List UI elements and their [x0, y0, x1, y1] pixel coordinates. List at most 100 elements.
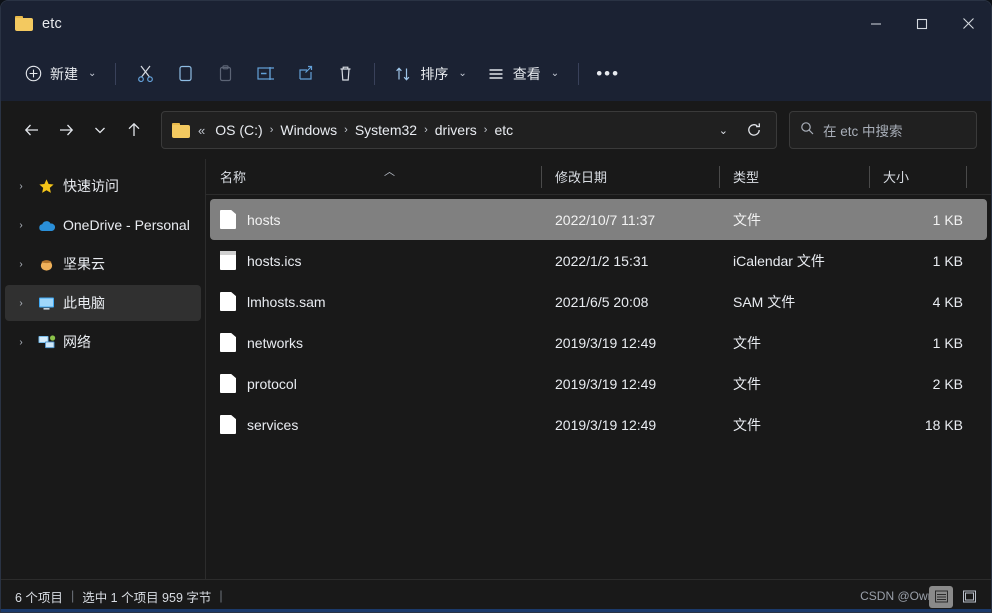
- selection-info: 选中 1 个项目 959 字节: [82, 590, 212, 605]
- clipboard-icon: [216, 64, 235, 83]
- breadcrumb-separator-icon[interactable]: ›: [343, 124, 349, 136]
- address-dropdown-chevron-down-icon[interactable]: ⌄: [709, 124, 738, 137]
- file-type: iCalendar 文件: [733, 252, 825, 269]
- breadcrumb: « OS (C:) › Windows › System32 › drivers…: [192, 119, 709, 141]
- file-type: 文件: [733, 416, 761, 433]
- sort-button[interactable]: 排序 ⌄: [384, 56, 476, 92]
- file-name-cell: hosts.ics: [210, 251, 545, 270]
- content-area: › 快速访问 › OneDrive - Personal › 坚果云 › 此电脑…: [1, 159, 991, 579]
- address-bar[interactable]: « OS (C:) › Windows › System32 › drivers…: [161, 111, 777, 149]
- table-row[interactable]: hosts.ics 2022/1/2 15:31 iCalendar 文件 1 …: [210, 240, 987, 281]
- file-type: 文件: [733, 211, 761, 228]
- new-button[interactable]: 新建 ⌄: [15, 56, 106, 92]
- chevron-right-icon[interactable]: ›: [13, 220, 29, 231]
- sort-arrows-icon: [394, 65, 412, 83]
- sidebar-item-label: 此电脑: [63, 295, 105, 311]
- search-input[interactable]: 在 etc 中搜索: [823, 120, 903, 140]
- file-explorer-window: etc 新建 ⌄ 排序 ⌄ 查看 ⌄ ••• « OS (C:) › Windo…: [0, 0, 992, 613]
- forward-button[interactable]: [49, 113, 83, 147]
- title-bar-left: etc: [1, 16, 62, 32]
- column-header-type[interactable]: 类型: [719, 159, 869, 195]
- file-size: 1 KB: [932, 334, 963, 351]
- sidebar-item-label: 网络: [63, 334, 91, 350]
- navigation-pane: › 快速访问 › OneDrive - Personal › 坚果云 › 此电脑…: [1, 159, 206, 579]
- file-name-cell: networks: [210, 333, 545, 352]
- view-button[interactable]: 查看 ⌄: [477, 56, 569, 92]
- delete-button[interactable]: [325, 56, 365, 92]
- table-row[interactable]: networks 2019/3/19 12:49 文件 1 KB: [210, 322, 987, 363]
- breadcrumb-separator-icon[interactable]: ›: [423, 124, 429, 136]
- view-button-label: 查看: [512, 65, 541, 82]
- file-type: SAM 文件: [733, 293, 796, 310]
- new-button-label: 新建: [50, 65, 78, 82]
- rename-button[interactable]: [245, 56, 285, 92]
- breadcrumb-overflow-icon[interactable]: «: [192, 123, 209, 138]
- column-header-size[interactable]: 大小: [869, 159, 991, 195]
- file-name-cell: hosts: [210, 210, 545, 229]
- table-row[interactable]: hosts 2022/10/7 11:37 文件 1 KB: [210, 199, 987, 240]
- refresh-button[interactable]: [738, 114, 770, 146]
- list-lines-icon: [487, 65, 505, 83]
- table-row[interactable]: protocol 2019/3/19 12:49 文件 2 KB: [210, 363, 987, 404]
- nut-icon: [36, 254, 56, 274]
- breadcrumb-item-drivers[interactable]: drivers: [429, 119, 483, 141]
- breadcrumb-item-windows[interactable]: Windows: [274, 119, 343, 141]
- search-icon: [800, 121, 814, 140]
- share-icon: [296, 64, 315, 83]
- chevron-right-icon[interactable]: ›: [13, 259, 29, 270]
- more-options-button[interactable]: •••: [588, 56, 628, 92]
- sidebar-item-this-pc[interactable]: › 此电脑: [5, 285, 201, 321]
- column-header-type-label: 类型: [733, 170, 760, 185]
- search-box[interactable]: 在 etc 中搜索: [789, 111, 977, 149]
- sidebar-item-nutstore[interactable]: › 坚果云: [5, 246, 201, 282]
- table-row[interactable]: lmhosts.sam 2021/6/5 20:08 SAM 文件 4 KB: [210, 281, 987, 322]
- table-row[interactable]: services 2019/3/19 12:49 文件 18 KB: [210, 404, 987, 445]
- ellipsis-icon: •••: [596, 64, 621, 83]
- file-name: networks: [247, 334, 304, 351]
- file-name-cell: lmhosts.sam: [210, 292, 545, 311]
- copy-button[interactable]: [165, 56, 205, 92]
- back-button[interactable]: [15, 113, 49, 147]
- breadcrumb-item-os-c[interactable]: OS (C:): [209, 119, 268, 141]
- breadcrumb-item-system32[interactable]: System32: [349, 119, 423, 141]
- minimize-button[interactable]: [853, 1, 899, 46]
- folder-icon: [15, 16, 33, 31]
- sidebar-item-quick-access[interactable]: › 快速访问: [5, 168, 201, 204]
- taskbar-edge: [1, 609, 991, 612]
- paste-button[interactable]: [205, 56, 245, 92]
- sort-ascending-caret-icon: ︿: [384, 165, 395, 178]
- column-header-name-label: 名称: [220, 170, 247, 185]
- chevron-right-icon[interactable]: ›: [13, 298, 29, 309]
- file-icon: [220, 333, 236, 352]
- status-separator-2: |: [219, 589, 223, 603]
- maximize-button[interactable]: [899, 1, 945, 46]
- sidebar-item-network[interactable]: › 网络: [5, 324, 201, 360]
- file-date: 2019/3/19 12:49: [555, 334, 657, 351]
- chevron-right-icon[interactable]: ›: [13, 181, 29, 192]
- share-button[interactable]: [285, 56, 325, 92]
- file-type: 文件: [733, 334, 761, 351]
- breadcrumb-item-etc[interactable]: etc: [488, 119, 519, 141]
- details-view-icon[interactable]: [929, 585, 953, 608]
- column-header-date[interactable]: 修改日期: [541, 159, 719, 195]
- close-button[interactable]: [945, 1, 991, 46]
- window-title: etc: [42, 15, 62, 32]
- up-button[interactable]: [117, 113, 151, 147]
- sidebar-item-onedrive-personal[interactable]: › OneDrive - Personal: [5, 207, 201, 243]
- toolbar-separator-2: [374, 62, 376, 85]
- file-list-pane: 名称 ︿ 修改日期 类型 大小 hosts 2022/10/7 11:37 文件…: [206, 159, 991, 579]
- file-size: 2 KB: [932, 375, 963, 392]
- file-date: 2019/3/19 12:49: [555, 416, 657, 433]
- chevron-right-icon[interactable]: ›: [13, 337, 29, 348]
- large-icons-view-icon[interactable]: [957, 586, 981, 608]
- calendar-file-icon: [220, 251, 236, 270]
- sidebar-item-label: OneDrive - Personal: [63, 217, 190, 233]
- network-icon: [36, 332, 56, 352]
- column-header-size-label: 大小: [883, 170, 910, 185]
- column-divider[interactable]: [966, 165, 967, 188]
- cut-button[interactable]: [125, 56, 165, 92]
- chevron-down-icon: ⌄: [458, 68, 467, 79]
- recent-locations-button[interactable]: [83, 113, 117, 147]
- file-date: 2019/3/19 12:49: [555, 375, 657, 392]
- column-header-name[interactable]: 名称 ︿: [206, 159, 541, 195]
